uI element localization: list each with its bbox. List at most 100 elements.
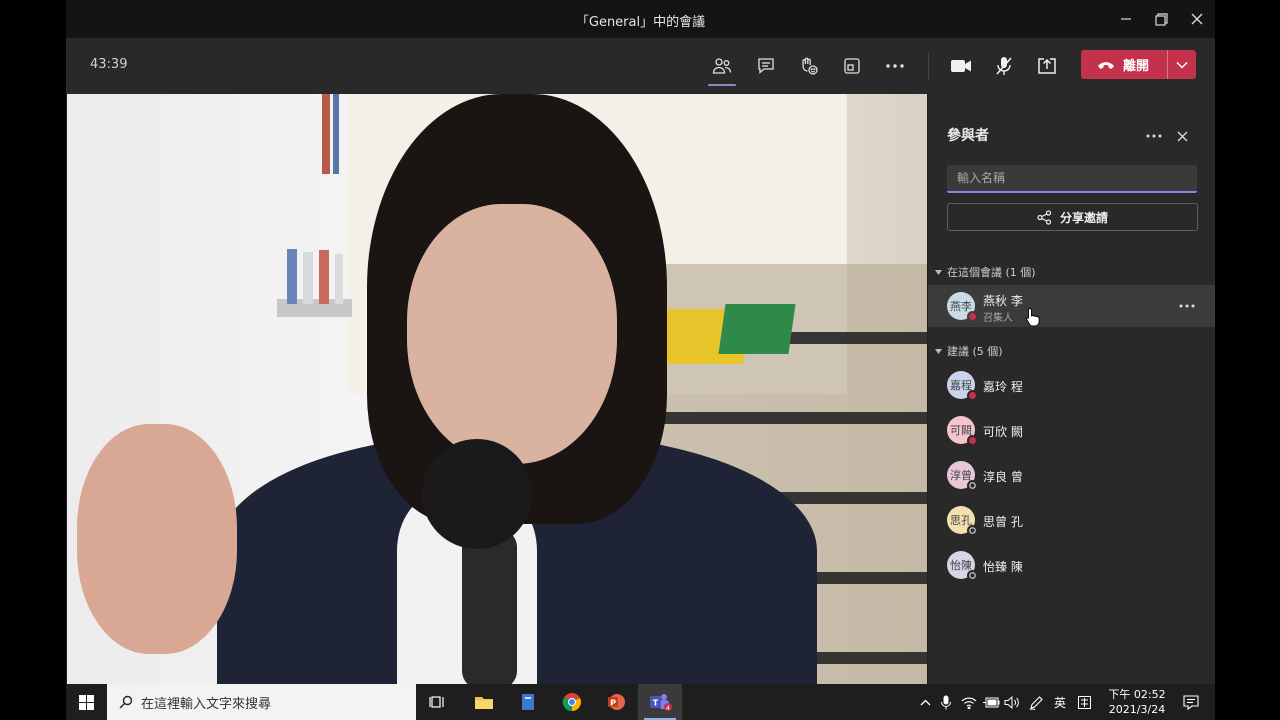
chrome-button[interactable] [550, 684, 594, 720]
action-center-button[interactable] [1176, 684, 1206, 720]
task-view-button[interactable] [416, 684, 460, 720]
participant-name: 淳良 曾 [983, 470, 1023, 484]
microphone-tray-button[interactable] [936, 684, 956, 720]
participant-name: 嘉玲 程 [983, 380, 1023, 394]
file-explorer-button[interactable] [462, 684, 506, 720]
restore-button[interactable] [1143, 0, 1179, 38]
participant-row[interactable]: 怡陳 怡臻 陳 [928, 544, 1215, 586]
taskbar-search-box[interactable]: 在這裡輸入文字來搜尋 [107, 684, 416, 720]
video-red-tube [322, 94, 330, 174]
avatar: 淳曾 [947, 461, 978, 491]
windows-taskbar: 在這裡輸入文字來搜尋 P T4 英 下午 02:52 2021/3/24 [66, 684, 1215, 720]
chrome-icon [562, 693, 581, 712]
busy-status-icon [967, 435, 978, 446]
participant-name: 可欣 闕 [983, 425, 1023, 439]
leave-button[interactable]: 離開 [1081, 50, 1196, 79]
svg-text:T: T [653, 699, 659, 708]
minimize-icon [1121, 18, 1131, 20]
panel-title: 參與者 [947, 128, 989, 144]
microphone-icon [941, 695, 951, 709]
participant-row[interactable]: 燕李 燕秋 李 召集人 [928, 285, 1215, 327]
busy-status-icon [967, 311, 978, 322]
svg-text:P: P [610, 699, 616, 708]
busy-status-icon [967, 390, 978, 401]
taskbar-clock[interactable]: 下午 02:52 2021/3/24 [1102, 687, 1172, 717]
more-icon [886, 64, 904, 68]
pen-tray-button[interactable] [1026, 684, 1046, 720]
participant-row[interactable]: 淳曾 淳良 曾 [928, 454, 1215, 496]
chevron-up-icon [920, 699, 930, 705]
more-icon [1146, 134, 1162, 138]
video-green-bin [718, 304, 796, 354]
caret-down-icon [935, 269, 942, 275]
section-in-meeting[interactable]: 在這個會議 (1 個) [935, 264, 1036, 280]
start-button[interactable] [66, 684, 106, 720]
share-tray-icon [1038, 58, 1056, 74]
people-icon [712, 58, 732, 74]
taskbar-search-text: 在這裡輸入文字來搜尋 [141, 696, 272, 712]
mute-button[interactable] [988, 50, 1020, 82]
show-hidden-icons-button[interactable] [916, 684, 934, 720]
video-person-hand [77, 424, 237, 654]
video-microphone [422, 439, 542, 684]
offline-status-icon [967, 480, 978, 491]
participant-row[interactable]: 嘉程 嘉玲 程 [928, 364, 1215, 406]
close-icon [1177, 131, 1187, 141]
close-window-button[interactable] [1179, 0, 1215, 38]
ime-pad-icon [1077, 695, 1091, 709]
video-marker-holder [277, 244, 352, 324]
share-invite-button[interactable]: 分享邀請 [947, 203, 1198, 231]
offline-status-icon [967, 525, 978, 536]
avatar: 怡陳 [947, 551, 978, 581]
camera-button[interactable] [945, 50, 977, 82]
leave-label: 離開 [1123, 59, 1150, 74]
network-tray-button[interactable] [959, 684, 979, 720]
participants-button[interactable] [706, 50, 738, 86]
video-person-face [407, 204, 617, 464]
participant-more-button[interactable] [1177, 297, 1197, 315]
store-app-button[interactable] [506, 684, 550, 720]
share-screen-button[interactable] [1031, 50, 1063, 82]
more-icon [1179, 304, 1195, 308]
teams-button[interactable]: T4 [638, 684, 682, 720]
ime-mode-button[interactable] [1073, 684, 1095, 720]
mic-off-icon [996, 57, 1012, 75]
battery-tray-button[interactable] [981, 684, 1001, 720]
pointer-cursor-icon [1026, 307, 1040, 331]
more-actions-button[interactable] [879, 50, 911, 82]
chat-icon [758, 58, 774, 74]
volume-tray-button[interactable] [1002, 684, 1022, 720]
windows-logo-icon [78, 694, 94, 710]
raise-hand-icon [802, 57, 818, 75]
reactions-button[interactable] [793, 50, 825, 82]
notification-icon [1183, 694, 1199, 710]
leave-main[interactable]: 離開 [1081, 50, 1167, 79]
participant-row[interactable]: 思孔 思曾 孔 [928, 499, 1215, 541]
ime-language-button[interactable]: 英 [1049, 684, 1071, 720]
title-bar: 「General」中的會議 [66, 0, 1215, 38]
chat-button[interactable] [750, 50, 782, 82]
participant-search-input[interactable] [947, 165, 1197, 193]
book-icon [522, 694, 534, 710]
section-suggested[interactable]: 建議 (5 個) [935, 343, 1003, 359]
task-view-icon [429, 696, 444, 708]
chevron-down-icon [1176, 61, 1188, 69]
section-suggested-label: 建議 (5 個) [947, 345, 1003, 358]
toolbar-divider [928, 52, 929, 80]
participant-row[interactable]: 可闕 可欣 闕 [928, 409, 1215, 451]
close-icon [1191, 13, 1203, 25]
video-blue-tube [333, 94, 339, 174]
rooms-button[interactable] [836, 50, 868, 82]
panel-more-button[interactable] [1142, 126, 1166, 146]
minimize-button[interactable] [1108, 0, 1144, 38]
avatar: 燕李 [947, 292, 978, 322]
powerpoint-button[interactable]: P [594, 684, 638, 720]
share-icon [1037, 209, 1052, 225]
leave-options-button[interactable] [1168, 61, 1196, 69]
participant-name: 怡臻 陳 [983, 560, 1023, 574]
window-title: 「General」中的會議 [575, 15, 706, 30]
panel-close-button[interactable] [1172, 126, 1192, 146]
screen: 「General」中的會議 43:39 離開 參與者 輸入名稱 分享邀請 在這個… [0, 0, 1280, 720]
avatar: 嘉程 [947, 371, 978, 401]
call-timer: 43:39 [90, 57, 128, 72]
